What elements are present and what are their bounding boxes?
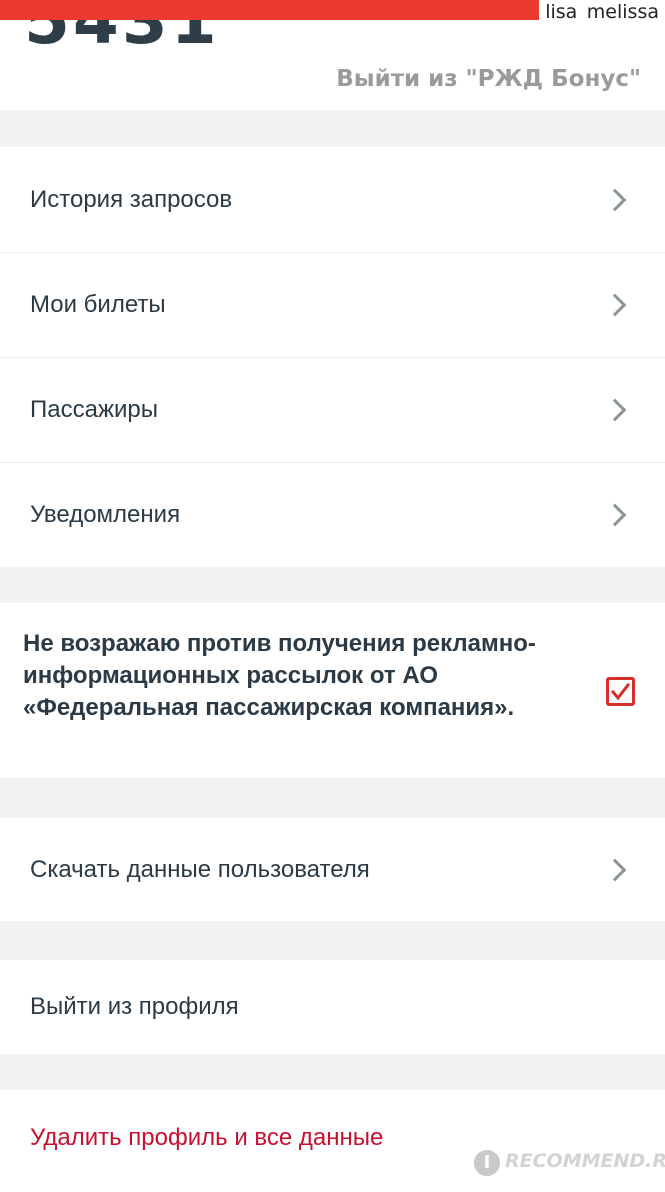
menu-item-label: Мои билеты — [30, 291, 166, 318]
download-label: Скачать данные пользователя — [30, 855, 370, 883]
delete-card: Удалить профиль и все данные — [0, 1090, 665, 1192]
download-user-data-button[interactable]: Скачать данные пользователя — [0, 818, 665, 921]
bonus-account-number: 5431 — [24, 20, 220, 59]
download-card: Скачать данные пользователя — [0, 818, 665, 921]
chevron-right-icon — [603, 188, 627, 211]
menu-item-passengers[interactable]: Пассажиры — [0, 357, 665, 462]
delete-label: Удалить профиль и все данные — [30, 1124, 384, 1151]
chevron-right-icon — [603, 858, 627, 881]
chevron-right-icon — [603, 398, 627, 422]
marketing-consent: Не возражаю против получения рекламно-ин… — [0, 603, 665, 778]
menu-item-label: Уведомления — [30, 501, 181, 528]
chevron-right-icon — [603, 293, 627, 317]
consent-checkbox[interactable] — [606, 677, 635, 706]
checkmark-icon — [610, 682, 631, 701]
menu-item-notifications[interactable]: Уведомления — [0, 462, 665, 567]
bonus-logout-link[interactable]: Выйти из "РЖД Бонус" — [336, 66, 641, 92]
menu-item-my-tickets[interactable]: Мои билеты — [0, 252, 665, 357]
logout-button[interactable]: Выйти из профиля — [0, 960, 665, 1054]
profile-menu: История запросов Мои билеты Пассажиры Ув… — [0, 147, 665, 567]
profile-header: 5431 Выйти из "РЖД Бонус" — [0, 20, 665, 110]
logout-card: Выйти из профиля — [0, 960, 665, 1054]
consent-text: Не возражаю против получения рекламно-ин… — [23, 630, 536, 721]
menu-item-request-history[interactable]: История запросов — [0, 147, 665, 252]
recommend-logo-icon: I — [472, 1148, 502, 1178]
menu-item-label: Пассажиры — [30, 396, 159, 423]
watermark-site: RECOMMEND.RU — [505, 1150, 665, 1172]
chevron-right-icon — [603, 503, 627, 527]
menu-item-label: История запросов — [30, 185, 233, 213]
logout-label: Выйти из профиля — [30, 993, 239, 1020]
